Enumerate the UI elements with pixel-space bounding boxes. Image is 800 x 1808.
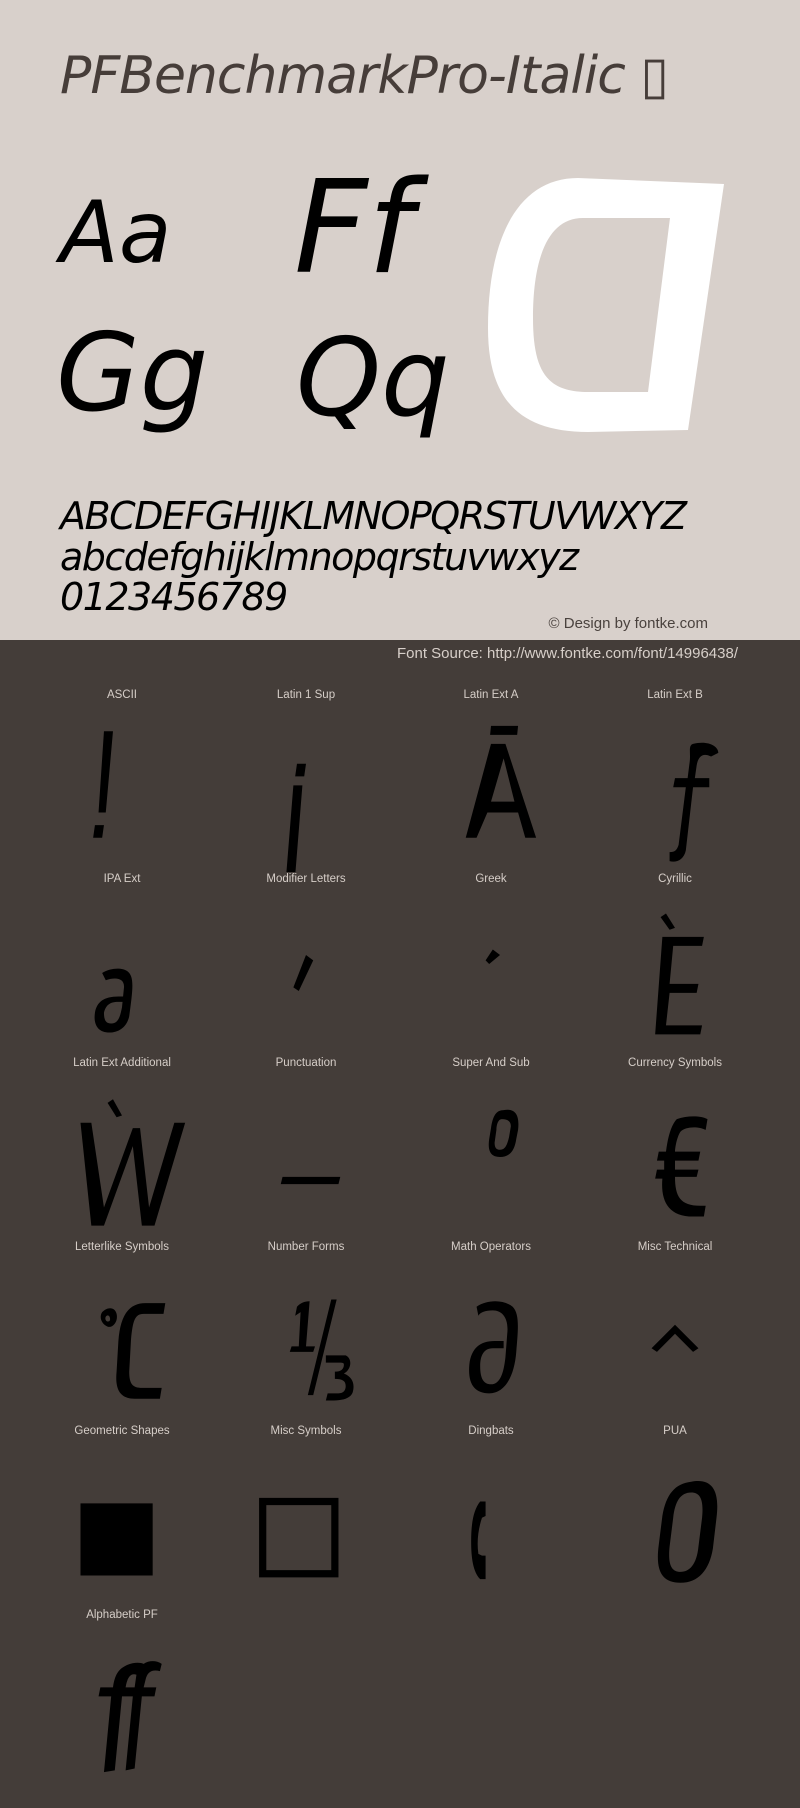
- block-glyph: [399, 890, 583, 1056]
- block-glyph: [399, 1258, 583, 1424]
- glyph-alphabetic-pf-icon: [98, 1661, 162, 1773]
- block-cell-letterlike-symbols: Letterlike Symbols: [30, 1240, 214, 1424]
- glyph-misc-technical-icon: [651, 1324, 699, 1352]
- glyph-latin-1-sup-icon: [286, 763, 306, 876]
- block-label: Latin Ext B: [647, 689, 703, 701]
- glyph-math-operators-icon: [469, 1301, 518, 1394]
- block-cell-latin-ext-additional: Latin Ext Additional: [30, 1056, 214, 1240]
- font-title: PFBenchmarkPro-Italic ▯: [60, 46, 669, 106]
- missing-glyph-box: ▯: [640, 46, 669, 106]
- block-label: ASCII: [106, 689, 138, 701]
- glyph-ipa-ext-icon: [94, 968, 133, 1033]
- glyph-cyrillic-icon: [655, 913, 704, 1035]
- block-glyph: [214, 706, 398, 876]
- block-label: Greek: [475, 873, 507, 885]
- block-label: Dingbats: [468, 1425, 514, 1437]
- sample-qq: Qq: [296, 316, 450, 441]
- block-cell-geometric-shapes: Geometric Shapes: [30, 1424, 214, 1608]
- block-glyph: [583, 706, 767, 872]
- glyph-pua-icon: [657, 1481, 718, 1583]
- block-glyph: [214, 1442, 398, 1608]
- glyph-latin-ext-a-icon: [465, 725, 537, 838]
- block-label: Latin Ext Additional: [73, 1057, 171, 1069]
- block-label: Alphabetic PF: [86, 1609, 158, 1621]
- block-glyph: [30, 1074, 214, 1240]
- block-glyph: [30, 1442, 214, 1608]
- glyph-modifier-letters-icon: [293, 954, 314, 992]
- block-glyph: [583, 1258, 767, 1424]
- block-label: Latin 1 Sup: [276, 689, 336, 701]
- sample-gg: Gg: [56, 311, 209, 436]
- glyph-number-forms-icon: [289, 1299, 354, 1401]
- glyph-latin-ext-additional-icon: [80, 1099, 186, 1226]
- block-cell-alphabetic-pf: Alphabetic PF: [30, 1608, 214, 1792]
- block-cell-currency-symbols: Currency Symbols: [583, 1056, 767, 1240]
- block-label: Number Forms: [267, 1241, 345, 1253]
- glyph-misc-symbols-icon: [259, 1497, 339, 1578]
- glyph-super-and-sub-icon: [488, 1109, 519, 1157]
- block-cell-pua: PUA: [583, 1424, 767, 1608]
- glyph-letterlike-symbols-icon: [100, 1303, 166, 1399]
- block-label: Misc Symbols: [270, 1425, 342, 1437]
- block-label: PUA: [663, 1425, 687, 1437]
- block-cell-misc-symbols: Misc Symbols: [214, 1424, 398, 1608]
- block-glyph: [30, 1258, 214, 1424]
- block-glyph: [399, 1442, 583, 1608]
- block-glyph: [583, 890, 767, 1056]
- block-label: Math Operators: [451, 1241, 531, 1253]
- glyph-greek-icon: [485, 949, 501, 964]
- sample-ff: Ff: [294, 154, 413, 303]
- block-label: Misc Technical: [637, 1241, 713, 1253]
- uppercase-alphabet: ABCDEFGHIJKLMNOPQRSTUVWXYZ: [60, 494, 687, 538]
- font-source-link[interactable]: Font Source: http://www.fontke.com/font/…: [397, 645, 738, 662]
- block-label: Latin Ext A: [463, 689, 519, 701]
- big-glyph-shape: [488, 178, 724, 432]
- digits: 0123456789: [60, 575, 288, 619]
- block-label: Currency Symbols: [628, 1057, 722, 1069]
- block-glyph: [214, 890, 398, 1056]
- glyph-currency-symbols-icon: [655, 1116, 708, 1217]
- block-label: Punctuation: [275, 1057, 337, 1069]
- block-cell-misc-technical: Misc Technical: [583, 1240, 767, 1424]
- glyph-dingbats-icon: [471, 1501, 486, 1580]
- block-cell-dingbats: Dingbats: [399, 1424, 583, 1608]
- font-name: PFBenchmarkPro-Italic: [60, 46, 626, 106]
- block-cell-modifier-letters: Modifier Letters: [214, 872, 398, 1056]
- block-glyph: [214, 1074, 398, 1240]
- block-label: IPA Ext: [103, 873, 141, 885]
- block-glyph: [30, 706, 214, 872]
- block-cell-ascii: ASCII: [30, 688, 214, 872]
- block-label: Modifier Letters: [266, 873, 346, 885]
- block-glyph: [214, 1258, 398, 1424]
- block-glyph: [399, 706, 583, 872]
- block-cell-ipa-ext: IPA Ext: [30, 872, 214, 1056]
- block-label: Geometric Shapes: [74, 1425, 170, 1437]
- block-glyph: [583, 1442, 767, 1608]
- block-cell-math-operators: Math Operators: [399, 1240, 583, 1424]
- lowercase-alphabet: abcdefghijklmnopqrstuvwxyz: [60, 535, 579, 579]
- block-cell-number-forms: Number Forms: [214, 1240, 398, 1424]
- glyph-punctuation-icon: [280, 1176, 341, 1185]
- block-label: Letterlike Symbols: [75, 1241, 169, 1253]
- block-cell-super-and-sub: Super And Sub: [399, 1056, 583, 1240]
- sample-aa: Aa: [60, 183, 172, 283]
- design-credit: © Design by fontke.com: [548, 615, 708, 632]
- block-cell-latin-1-sup: Latin 1 Sup: [214, 688, 398, 876]
- glyph-geometric-shapes-icon: [80, 1503, 153, 1576]
- block-label: Cyrillic: [658, 873, 692, 885]
- block-cell-latin-ext-a: Latin Ext A: [399, 688, 583, 872]
- block-cell-cyrillic: Cyrillic: [583, 872, 767, 1056]
- block-glyph: [30, 1626, 214, 1792]
- block-cell-punctuation: Punctuation: [214, 1056, 398, 1240]
- block-cell-greek: Greek: [399, 872, 583, 1056]
- glyph-ascii-icon: [93, 731, 113, 838]
- big-sample-glyph-a: [488, 178, 724, 432]
- glyph-latin-ext-b-icon: [669, 742, 719, 862]
- block-label: Super And Sub: [452, 1057, 530, 1069]
- block-cell-latin-ext-b: Latin Ext B: [583, 688, 767, 872]
- block-glyph: [30, 890, 214, 1056]
- block-glyph: [583, 1074, 767, 1240]
- block-glyph: [399, 1074, 583, 1240]
